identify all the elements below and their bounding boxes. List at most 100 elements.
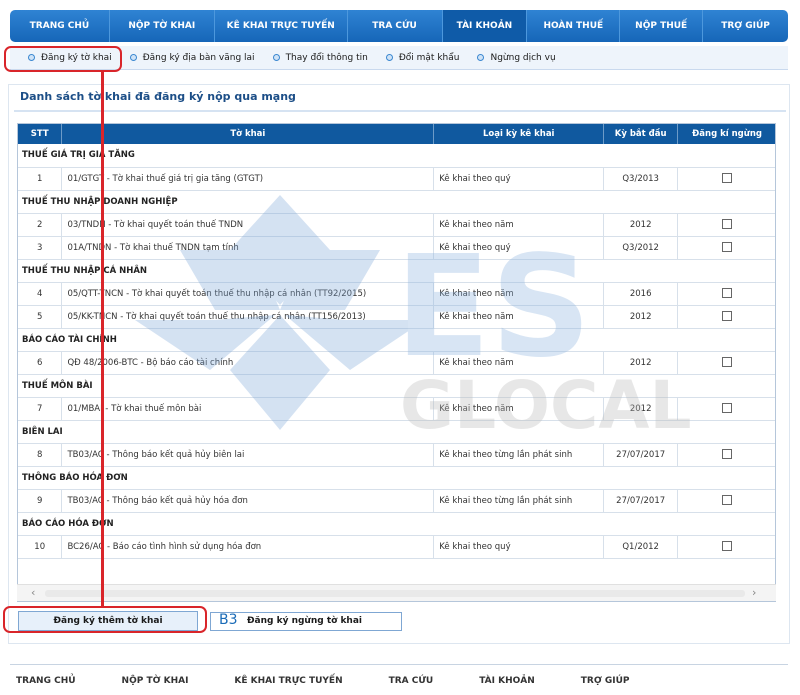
nav-tai-khoan[interactable]: TÀI KHOẢN [442, 10, 528, 42]
nav-nop-thue[interactable]: NỘP THUẾ [620, 10, 704, 42]
nav-tra-cuu[interactable]: TRA CỨU [348, 10, 443, 42]
highlight-box-subnav [4, 46, 122, 72]
table-row: 2 03/TNDN - Tờ khai quyết toán thuế TNDN K… [18, 213, 775, 237]
scrollbar-thumb[interactable] [45, 590, 745, 597]
top-navigation: TRANG CHỦ NỘP TỜ KHAI KÊ KHAI TRỰC TUYẾN… [10, 10, 788, 42]
row-form-name: 01/GTGT - Tờ khai thuế giá trị gia tăng … [61, 167, 435, 191]
stop-registration-checkbox[interactable] [722, 541, 733, 552]
footer-trang-chu[interactable]: TRANG CHỦ [16, 676, 76, 686]
horizontal-scrollbar[interactable]: ‹ › [17, 584, 776, 601]
row-form-name: 01/MBAI - Tờ khai thuế môn bài [61, 397, 435, 421]
nav-trang-chu[interactable]: TRANG CHỦ [10, 10, 110, 42]
row-start-period: Q3/2013 [603, 167, 679, 191]
group-name: THUẾ MÔN BÀI [18, 374, 775, 398]
table-row: 7 01/MBAI - Tờ khai thuế môn bài Kê khai t… [18, 397, 775, 421]
row-stt: 4 [18, 282, 63, 306]
col-header-start: Kỳ bắt đầu [603, 124, 679, 144]
row-period-type: Kê khai theo năm [433, 282, 605, 306]
stop-registration-checkbox[interactable] [722, 242, 733, 253]
row-stt: 1 [18, 167, 63, 191]
registration-table-container: STT Tờ khai Loại kỳ kê khai Kỳ bắt đầu Đ… [17, 123, 776, 602]
table-group-row: THUẾ THU NHẬP CÁ NHÂN [18, 259, 775, 283]
stop-declaration-button[interactable]: Đăng ký ngừng tờ khai [210, 612, 402, 631]
footer-nop-to-khai[interactable]: NỘP TỜ KHAI [122, 676, 189, 686]
stop-registration-checkbox[interactable] [722, 403, 733, 414]
row-period-type: Kê khai theo quý [433, 236, 605, 260]
table-row: 8 TB03/AC - Thông báo kết quả hủy biên la… [18, 443, 775, 467]
row-period-type: Kê khai theo quý [433, 535, 605, 559]
row-stop-cell [677, 236, 775, 260]
row-stt: 5 [18, 305, 63, 329]
row-form-name: BC26/AC - Báo cáo tình hình sử dụng hóa … [61, 535, 435, 559]
footer-navigation: TRANG CHỦ NỘP TỜ KHAI KÊ KHAI TRỰC TUYẾN… [16, 676, 675, 686]
footer-tai-khoan[interactable]: TÀI KHOẢN [479, 676, 535, 686]
group-name: THUẾ THU NHẬP DOANH NGHIỆP [18, 190, 775, 214]
nav-hoan-thue[interactable]: HOÀN THUẾ [527, 10, 621, 42]
group-name: THUẾ GIÁ TRỊ GIA TĂNG [18, 144, 775, 168]
stop-registration-checkbox[interactable] [722, 449, 733, 460]
row-start-period: 2016 [603, 282, 679, 306]
row-start-period: 27/07/2017 [603, 443, 679, 467]
row-form-name: 05/KK-TNCN - Tờ khai quyết toán thuế thu… [61, 305, 435, 329]
table-body: THUẾ GIÁ TRỊ GIA TĂNG 1 01/GTGT - Tờ khai … [18, 144, 775, 559]
table-row: 4 05/QTT-TNCN - Tờ khai quyết toán thuế t… [18, 282, 775, 306]
footer-divider [10, 664, 788, 665]
row-start-period: Q1/2012 [603, 535, 679, 559]
row-period-type: Kê khai theo năm [433, 305, 605, 329]
table-row: 10 BC26/AC - Báo cáo tình hình sử dụng hó… [18, 535, 775, 559]
highlight-box-add-button [3, 606, 207, 633]
chevron-left-icon[interactable]: ‹ [31, 586, 35, 599]
row-start-period: 2012 [603, 305, 679, 329]
nav-tro-giup[interactable]: TRỢ GIÚP [703, 10, 788, 42]
stop-registration-checkbox[interactable] [722, 311, 733, 322]
row-stt: 6 [18, 351, 63, 375]
subnav-label: Đăng ký địa bàn vãng lai [142, 52, 255, 63]
subnav-thay-doi-thong-tin[interactable]: Thay đổi thông tin [272, 52, 368, 63]
row-form-name: 01A/TNDN - Tờ khai thuế TNDN tạm tính [61, 236, 435, 260]
row-stop-cell [677, 213, 775, 237]
subnav-dang-ky-dia-ban-vang-lai[interactable]: Đăng ký địa bàn vãng lai [129, 52, 255, 63]
stop-registration-checkbox[interactable] [722, 173, 733, 184]
stop-registration-checkbox[interactable] [722, 288, 733, 299]
row-period-type: Kê khai theo từng lần phát sinh [433, 489, 605, 513]
group-name: BÁO CÁO TÀI CHÍNH [18, 328, 775, 352]
row-stt: 7 [18, 397, 63, 421]
subnav-ngung-dich-vu[interactable]: Ngừng dịch vụ [477, 52, 556, 63]
stop-registration-checkbox[interactable] [722, 219, 733, 230]
bullet-icon [477, 54, 485, 61]
stop-registration-checkbox[interactable] [722, 357, 733, 368]
chevron-right-icon[interactable]: › [752, 586, 756, 599]
subnav-label: Đổi mật khẩu [398, 52, 460, 63]
table-header-row: STT Tờ khai Loại kỳ kê khai Kỳ bắt đầu Đ… [18, 124, 775, 144]
row-form-name: 03/TNDN - Tờ khai quyết toán thuế TNDN [61, 213, 435, 237]
col-header-form: Tờ khai [61, 124, 435, 144]
table-group-row: BÁO CÁO TÀI CHÍNH [18, 328, 775, 352]
subnav-label: Thay đổi thông tin [285, 52, 368, 63]
row-stop-cell [677, 282, 775, 306]
table-group-row: BIÊN LAI [18, 420, 775, 444]
footer-ke-khai-truc-tuyen[interactable]: KÊ KHAI TRỰC TUYẾN [234, 676, 342, 686]
row-period-type: Kê khai theo từng lần phát sinh [433, 443, 605, 467]
registration-table: STT Tờ khai Loại kỳ kê khai Kỳ bắt đầu Đ… [18, 124, 775, 559]
row-stop-cell [677, 535, 775, 559]
subnav-doi-mat-khau[interactable]: Đổi mật khẩu [385, 52, 460, 63]
footer-tra-cuu[interactable]: TRA CỨU [389, 676, 434, 686]
page-title: Danh sách tờ khai đã đăng ký nộp qua mạn… [20, 90, 296, 103]
footer-tro-giup[interactable]: TRỢ GIÚP [581, 676, 630, 686]
stop-registration-checkbox[interactable] [722, 495, 733, 506]
nav-nop-to-khai[interactable]: NỘP TỜ KHAI [110, 10, 215, 42]
nav-ke-khai-truc-tuyen[interactable]: KÊ KHAI TRỰC TUYẾN [215, 10, 348, 42]
col-header-stt: STT [18, 124, 63, 144]
row-stop-cell [677, 167, 775, 191]
row-stop-cell [677, 489, 775, 513]
table-row: 3 01A/TNDN - Tờ khai thuế TNDN tạm tính Kê… [18, 236, 775, 260]
row-period-type: Kê khai theo quý [433, 167, 605, 191]
table-row: 1 01/GTGT - Tờ khai thuế giá trị gia tăng… [18, 167, 775, 191]
table-group-row: THÔNG BÁO HÓA ĐƠN [18, 466, 775, 490]
table-row: 6 QĐ 48/2006-BTC - Bộ báo cáo tài chính Kê… [18, 351, 775, 375]
row-stop-cell [677, 443, 775, 467]
subnav-label: Ngừng dịch vụ [490, 52, 556, 63]
bullet-icon [272, 54, 280, 61]
highlight-connector-line [101, 70, 104, 608]
row-stt: 2 [18, 213, 63, 237]
